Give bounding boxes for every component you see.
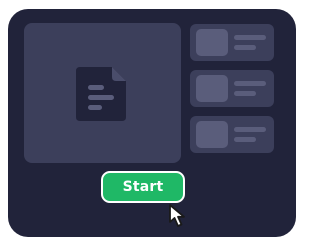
- thumbnail-image-placeholder: [196, 75, 228, 102]
- thumbnail-item[interactable]: [190, 70, 274, 107]
- thumbnail-image-placeholder: [196, 29, 228, 56]
- thumbnail-text-line: [234, 81, 266, 86]
- thumbnail-text-line: [234, 127, 266, 132]
- thumbnail-item[interactable]: [190, 116, 274, 153]
- thumbnail-text-line: [234, 45, 256, 50]
- main-preview-panel: [24, 23, 181, 163]
- thumbnail-image-placeholder: [196, 121, 228, 148]
- mouse-pointer-icon: [169, 204, 185, 227]
- document-icon: [76, 67, 126, 121]
- thumbnail-item[interactable]: [190, 24, 274, 61]
- thumbnail-text-line: [234, 91, 256, 96]
- thumbnail-text-line: [234, 35, 266, 40]
- thumbnail-text-line: [234, 137, 256, 142]
- start-button[interactable]: Start: [101, 171, 185, 203]
